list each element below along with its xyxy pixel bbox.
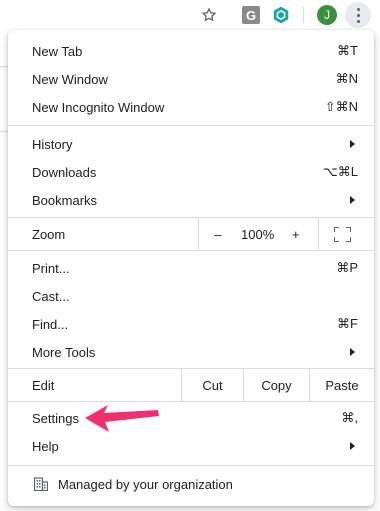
menu-item-find[interactable]: Find... ⌘F [8,310,374,338]
menu-divider [8,250,374,251]
menu-item-label: New Tab [32,43,83,59]
menu-item-new-incognito-window[interactable]: New Incognito Window ⇧⌘N [8,93,374,121]
menu-item-label: Downloads [32,164,97,180]
menu-item-print[interactable]: Print... ⌘P [8,254,374,282]
zoom-out-button[interactable]: – [214,227,221,242]
menu-item-shortcut: ⌘T [337,43,358,58]
menu-item-cast[interactable]: Cast... [8,282,374,310]
paste-label: Paste [325,377,359,393]
fullscreen-icon[interactable] [334,226,351,242]
menu-item-shortcut: ⌥⌘L [322,164,358,179]
menu-item-label: Bookmarks [32,192,98,208]
submenu-arrow-icon [350,348,355,356]
menu-divider [8,401,374,402]
cut-label: Cut [202,377,223,393]
zoom-divider [318,218,319,250]
menu-item-label: History [32,136,73,152]
managed-label: Managed by your organization [58,476,233,492]
edit-row: Edit Cut Copy Paste [8,369,374,401]
menu-item-label: Help [32,438,59,454]
zoom-label: Zoom [32,226,66,242]
menu-item-label: More Tools [32,344,96,360]
chrome-main-menu: New Tab ⌘T New Window ⌘N New Incognito W… [8,30,374,506]
menu-item-label: New Incognito Window [32,99,165,115]
menu-item-bookmarks[interactable]: Bookmarks [8,186,374,214]
menu-item-shortcut: ⌘N [335,71,358,86]
zoom-row: Zoom – 100% + [8,218,374,250]
menu-item-more-tools[interactable]: More Tools [8,338,374,366]
menu-item-shortcut: ⇧⌘N [324,99,358,114]
menu-item-shortcut: ⌘, [341,410,358,425]
background-line [0,131,8,132]
toolbar-divider [303,7,304,23]
submenu-arrow-icon [350,196,355,204]
submenu-arrow-icon [350,140,355,148]
menu-item-label: Find... [32,316,69,332]
menu-item-history[interactable]: History [8,130,374,158]
menu-item-settings[interactable]: Settings ⌘, [8,404,374,432]
cut-button[interactable]: Cut [181,369,243,401]
menu-item-label: Print... [32,260,70,276]
bookmark-star-icon[interactable] [198,4,220,26]
edit-label: Edit [32,377,55,393]
menu-divider [8,465,374,466]
annotation-arrow-icon [85,405,159,432]
zoom-level: 100% [241,226,275,242]
menu-item-label: Cast... [32,288,70,304]
menu-item-shortcut: ⌘P [336,260,358,275]
copy-button[interactable]: Copy [243,369,309,401]
extension-g-letter: G [242,6,260,24]
more-menu-icon[interactable] [345,2,371,28]
menu-divider [8,125,374,126]
menu-item-downloads[interactable]: Downloads ⌥⌘L [8,158,374,186]
extension-g-icon[interactable]: G [240,4,262,26]
menu-item-new-tab[interactable]: New Tab ⌘T [8,37,374,65]
browser-toolbar: G J [0,0,380,30]
building-icon [34,477,48,491]
submenu-arrow-icon [350,442,355,450]
menu-item-new-window[interactable]: New Window ⌘N [8,65,374,93]
avatar-letter: J [317,5,337,25]
background-line [0,66,8,67]
zoom-in-button[interactable]: + [292,227,300,242]
paste-button[interactable]: Paste [309,369,374,401]
extension-hexagon-icon[interactable] [270,4,292,26]
copy-label: Copy [261,377,292,393]
profile-avatar[interactable]: J [316,4,338,26]
menu-item-label: Settings [32,410,79,426]
menu-item-shortcut: ⌘F [337,316,358,331]
managed-by-organization[interactable]: Managed by your organization [8,467,374,501]
menu-item-label: New Window [32,71,108,87]
menu-item-help[interactable]: Help [8,432,374,460]
